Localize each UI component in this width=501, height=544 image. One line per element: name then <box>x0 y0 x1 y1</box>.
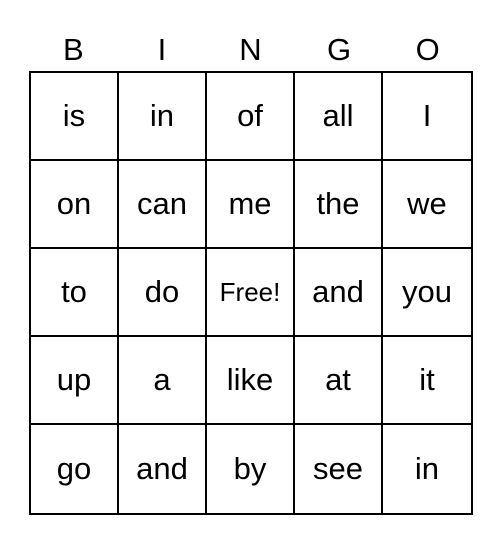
free-space-cell[interactable]: Free! <box>207 249 295 337</box>
bingo-cell[interactable]: like <box>207 337 295 425</box>
bingo-cell[interactable]: all <box>295 73 383 161</box>
bingo-cell[interactable]: can <box>119 161 207 249</box>
bingo-cell[interactable]: you <box>383 249 471 337</box>
bingo-cell[interactable]: to <box>31 249 119 337</box>
bingo-cell[interactable]: I <box>383 73 471 161</box>
bingo-cell[interactable]: in <box>383 425 471 513</box>
bingo-cell[interactable]: the <box>295 161 383 249</box>
header-letter-i: I <box>157 32 167 67</box>
header-letter-g: G <box>327 32 352 67</box>
bingo-cell[interactable]: it <box>383 337 471 425</box>
bingo-cell[interactable]: we <box>383 161 471 249</box>
bingo-cell[interactable]: see <box>295 425 383 513</box>
bingo-cell[interactable]: and <box>119 425 207 513</box>
bingo-cell[interactable]: go <box>31 425 119 513</box>
bingo-cell[interactable]: by <box>207 425 295 513</box>
bingo-cell[interactable]: and <box>295 249 383 337</box>
bingo-cell[interactable]: up <box>31 337 119 425</box>
bingo-header: B I N G O <box>29 30 472 70</box>
bingo-cell[interactable]: me <box>207 161 295 249</box>
header-letter-n: N <box>239 32 262 67</box>
bingo-grid: is in of all I on can me the we to do Fr… <box>29 71 473 515</box>
bingo-cell[interactable]: a <box>119 337 207 425</box>
bingo-cell[interactable]: do <box>119 249 207 337</box>
bingo-cell[interactable]: of <box>207 73 295 161</box>
bingo-cell[interactable]: is <box>31 73 119 161</box>
header-letter-o: O <box>415 32 440 67</box>
bingo-cell[interactable]: on <box>31 161 119 249</box>
bingo-cell[interactable]: in <box>119 73 207 161</box>
header-letter-b: B <box>62 32 84 67</box>
bingo-cell[interactable]: at <box>295 337 383 425</box>
